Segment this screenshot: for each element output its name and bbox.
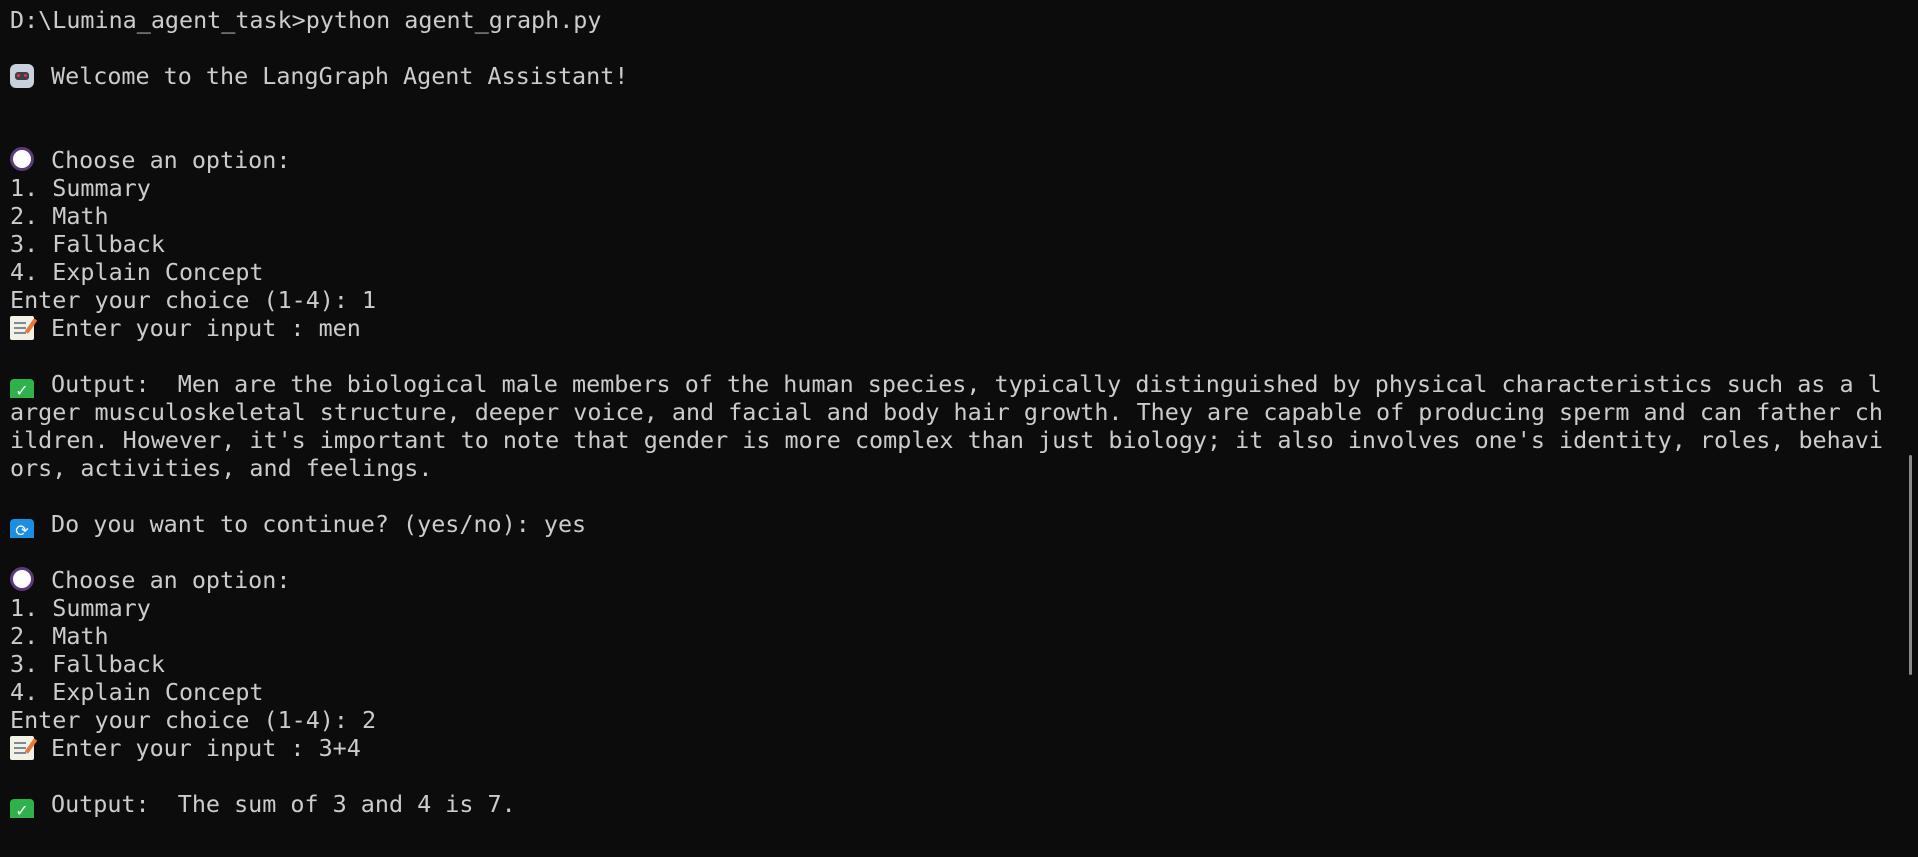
choice-entry-line: Enter your choice (1-4): 1	[10, 286, 377, 314]
welcome-line: Welcome to the LangGraph Agent Assistant…	[10, 62, 1918, 90]
menu-option-math: 2. Math	[10, 202, 109, 230]
memo-icon	[10, 316, 34, 340]
menu-option-math: 2. Math	[10, 622, 109, 650]
choose-option-text: Choose an option:	[51, 146, 291, 174]
choose-option-line: Choose an option:	[10, 566, 1918, 594]
menu-option-fallback: 3. Fallback	[10, 650, 165, 678]
input-entry-line: Enter your input : 3+4	[10, 734, 1918, 762]
menu-option-fallback: 3. Fallback	[10, 230, 165, 258]
menu-option-summary: 1. Summary	[10, 174, 151, 202]
welcome-text: Welcome to the LangGraph Agent Assistant…	[51, 62, 629, 90]
input-entry-line: Enter your input : men	[10, 314, 1918, 342]
robot-icon	[10, 64, 34, 88]
memo-icon	[10, 736, 34, 760]
menu-option-summary: 1. Summary	[10, 594, 151, 622]
check-mark-icon: ✓	[10, 799, 34, 818]
menu-option-explain-concept: 4. Explain Concept	[10, 678, 264, 706]
output-line: ✓ Output: The sum of 3 and 4 is 7.	[10, 790, 1918, 818]
purple-circle-icon	[10, 567, 34, 591]
choose-option-line: Choose an option:	[10, 146, 1918, 174]
input-entry-text: Enter your input : men	[51, 314, 361, 342]
repeat-icon: ⟳	[10, 519, 34, 538]
continue-prompt-text: Do you want to continue? (yes/no): yes	[51, 510, 587, 538]
input-entry-text: Enter your input : 3+4	[51, 734, 361, 762]
command-prompt-line: D:\Lumina_agent_task>python agent_graph.…	[10, 6, 602, 34]
output-wrap-line: ildren. However, it's important to note …	[10, 426, 1883, 454]
purple-circle-icon	[10, 147, 34, 171]
output-wrap-line: ors, activities, and feelings.	[10, 454, 433, 482]
output-wrap-line: arger musculoskeletal structure, deeper …	[10, 398, 1883, 426]
check-mark-icon: ✓	[10, 379, 34, 398]
choose-option-text: Choose an option:	[51, 566, 291, 594]
output-line: ✓ Output: Men are the biological male mem…	[10, 370, 1918, 398]
terminal-window[interactable]: D:\Lumina_agent_task>python agent_graph.…	[0, 0, 1918, 857]
choice-entry-line: Enter your choice (1-4): 2	[10, 706, 377, 734]
output-text: Output: Men are the biological male memb…	[51, 370, 1882, 398]
vertical-scrollbar[interactable]	[1909, 455, 1912, 675]
menu-option-explain-concept: 4. Explain Concept	[10, 258, 264, 286]
continue-prompt-line: ⟳ Do you want to continue? (yes/no): yes	[10, 510, 1918, 538]
output-text: Output: The sum of 3 and 4 is 7.	[51, 790, 516, 818]
